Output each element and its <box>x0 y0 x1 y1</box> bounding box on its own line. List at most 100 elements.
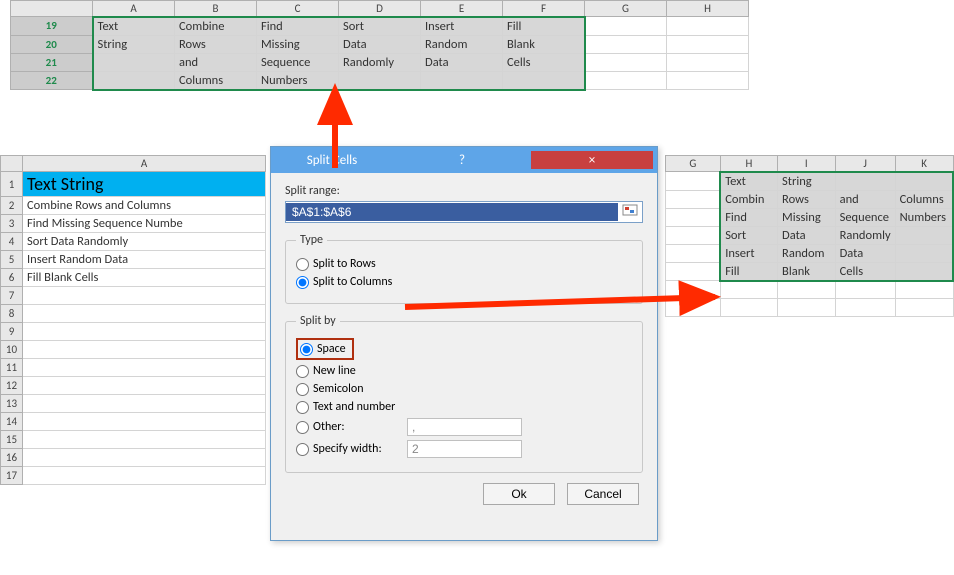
cell[interactable] <box>895 262 953 281</box>
col-hdr-G[interactable]: G <box>666 156 721 172</box>
cell[interactable] <box>23 287 266 305</box>
cell[interactable]: String <box>778 172 836 191</box>
cell[interactable]: Insert <box>421 17 503 36</box>
cell[interactable]: Sequence <box>257 53 339 71</box>
col-hdr-K[interactable]: K <box>895 156 953 172</box>
col-hdr-D[interactable]: D <box>339 1 421 17</box>
row-hdr-2[interactable]: 2 <box>1 197 23 215</box>
cell[interactable]: Numbers <box>895 208 953 226</box>
result-grid-rows[interactable]: A B C D E F G H 19TextCombineFindSortIns… <box>10 0 749 91</box>
cell[interactable] <box>895 226 953 244</box>
by-space-radio[interactable] <box>300 343 313 356</box>
row-hdr-19[interactable]: 19 <box>11 17 93 36</box>
cell[interactable] <box>720 299 777 317</box>
cell[interactable]: and <box>175 53 257 71</box>
cell[interactable]: Cells <box>835 262 895 281</box>
row-hdr-16[interactable]: 16 <box>1 449 23 467</box>
cell[interactable]: Fill <box>503 17 585 36</box>
cell[interactable] <box>93 53 175 71</box>
cell[interactable]: Missing <box>778 208 836 226</box>
col-hdr-F[interactable]: F <box>503 1 585 17</box>
by-textnum-radio[interactable] <box>296 401 309 414</box>
col-hdr-J[interactable]: J <box>835 156 895 172</box>
row-hdr-12[interactable]: 12 <box>1 377 23 395</box>
split-range-input[interactable] <box>286 203 618 221</box>
col-hdr-B[interactable]: B <box>175 1 257 17</box>
cell[interactable]: Find <box>257 17 339 36</box>
row-hdr-20[interactable]: 20 <box>11 35 93 53</box>
cell[interactable] <box>895 244 953 262</box>
row-hdr-10[interactable]: 10 <box>1 341 23 359</box>
row-hdr-3[interactable]: 3 <box>1 215 23 233</box>
cell[interactable]: Text <box>720 172 777 191</box>
cell[interactable] <box>895 172 953 191</box>
cell[interactable]: Text String <box>23 172 266 197</box>
cell[interactable]: Randomly <box>835 226 895 244</box>
cell[interactable] <box>666 226 721 244</box>
cell[interactable] <box>895 299 953 317</box>
ok-button[interactable]: Ok <box>483 483 555 505</box>
row-hdr-14[interactable]: 14 <box>1 413 23 431</box>
col-hdr-A[interactable]: A <box>93 1 175 17</box>
cell[interactable]: Data <box>421 53 503 71</box>
cell[interactable]: String <box>93 35 175 53</box>
cell[interactable]: Combin <box>720 190 777 208</box>
cell[interactable]: Random <box>421 35 503 53</box>
cell[interactable]: Data <box>339 35 421 53</box>
row-hdr-1[interactable]: 1 <box>1 172 23 197</box>
row-hdr-8[interactable]: 8 <box>1 305 23 323</box>
cell[interactable] <box>835 281 895 299</box>
cell[interactable]: Random <box>778 244 836 262</box>
cell[interactable]: Rows <box>778 190 836 208</box>
cell[interactable]: Find <box>720 208 777 226</box>
cell[interactable]: Fill <box>720 262 777 281</box>
cell[interactable] <box>778 281 836 299</box>
cell[interactable]: Columns <box>175 71 257 90</box>
cell[interactable]: Sort <box>720 226 777 244</box>
cell[interactable] <box>585 71 667 90</box>
row-hdr-5[interactable]: 5 <box>1 251 23 269</box>
col-hdr-G[interactable]: G <box>585 1 667 17</box>
source-grid[interactable]: A 1Text String2Combine Rows and Columns3… <box>0 155 266 485</box>
cell[interactable]: Combine <box>175 17 257 36</box>
close-button[interactable]: × <box>531 151 653 169</box>
cell[interactable]: Sequence <box>835 208 895 226</box>
cell[interactable]: Sort Data Randomly <box>23 233 266 251</box>
cell[interactable] <box>421 71 503 90</box>
cell[interactable] <box>667 35 749 53</box>
cell[interactable] <box>895 281 953 299</box>
by-semicolon-radio[interactable] <box>296 383 309 396</box>
row-hdr-21[interactable]: 21 <box>11 53 93 71</box>
cell[interactable] <box>666 172 721 191</box>
row-hdr-17[interactable]: 17 <box>1 467 23 485</box>
cell[interactable] <box>666 281 721 299</box>
cell[interactable]: Data <box>778 226 836 244</box>
cell[interactable] <box>720 281 777 299</box>
cell[interactable]: Missing <box>257 35 339 53</box>
cell[interactable] <box>23 431 266 449</box>
cell[interactable] <box>666 208 721 226</box>
cell[interactable]: and <box>835 190 895 208</box>
row-hdr-6[interactable]: 6 <box>1 269 23 287</box>
by-other-radio[interactable] <box>296 421 309 434</box>
cell[interactable]: Insert Random Data <box>23 251 266 269</box>
cell[interactable] <box>667 17 749 36</box>
cell[interactable] <box>23 323 266 341</box>
cell[interactable]: Columns <box>895 190 953 208</box>
split-cols-radio[interactable] <box>296 276 309 289</box>
other-input[interactable] <box>407 418 522 436</box>
row-hdr-11[interactable]: 11 <box>1 359 23 377</box>
split-rows-radio[interactable] <box>296 258 309 271</box>
cell[interactable] <box>667 71 749 90</box>
cell[interactable] <box>23 413 266 431</box>
cancel-button[interactable]: Cancel <box>567 483 639 505</box>
by-newline-radio[interactable] <box>296 365 309 378</box>
row-hdr-15[interactable]: 15 <box>1 431 23 449</box>
cell[interactable]: Blank <box>778 262 836 281</box>
width-input[interactable] <box>407 440 522 458</box>
cell[interactable] <box>339 71 421 90</box>
cell[interactable]: Fill Blank Cells <box>23 269 266 287</box>
col-hdr-I[interactable]: I <box>778 156 836 172</box>
col-hdr-H[interactable]: H <box>720 156 777 172</box>
cell[interactable] <box>23 449 266 467</box>
